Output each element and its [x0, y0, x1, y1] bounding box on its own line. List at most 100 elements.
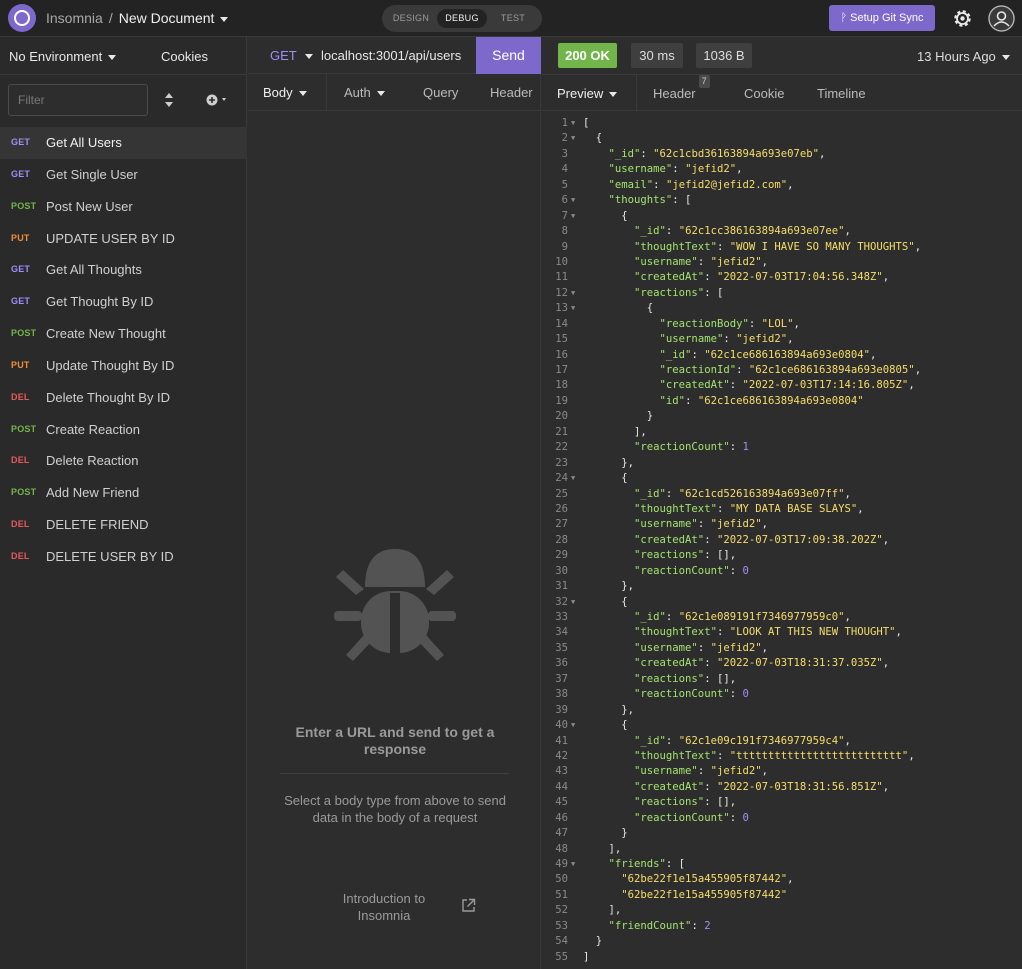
response-time: 30 ms [631, 43, 683, 68]
code-text: "reactionCount": 0 [634, 688, 749, 701]
line-number: 4 [561, 163, 568, 176]
code-text: "_id": "62c1e09c191f7346977959c4", [634, 734, 851, 747]
sidebar-request-item[interactable]: GET Get All Users [0, 127, 247, 159]
tab-design[interactable]: DESIGN [386, 9, 436, 28]
request-name: Update Thought By ID [46, 357, 175, 373]
line-number: 28 [555, 533, 568, 546]
environment-selector[interactable]: No Environment [9, 49, 117, 64]
git-sync-label: Setup Git Sync [850, 12, 924, 24]
code-text: } [583, 827, 628, 840]
sidebar-request-item[interactable]: DEL DELETE FRIEND [0, 509, 247, 541]
fold-arrow-icon[interactable]: ▼ [571, 131, 579, 146]
request-name: Get All Thoughts [46, 262, 142, 278]
request-name: Get Thought By ID [46, 294, 154, 310]
tab-response-header[interactable]: Header7 [653, 75, 710, 112]
fold-arrow-icon[interactable]: ▼ [571, 193, 579, 208]
sidebar-request-item[interactable]: POST Post New User [0, 191, 247, 223]
code-text: "id": "62c1ce686163894a693e0804" [659, 394, 864, 407]
tab-cookie[interactable]: Cookie [744, 75, 784, 112]
code-text: ] [583, 950, 590, 963]
sidebar-request-item[interactable]: GET Get All Thoughts [0, 254, 247, 286]
sidebar-request-item[interactable]: DEL Delete Reaction [0, 445, 247, 477]
add-request-icon[interactable] [205, 92, 231, 108]
response-preview[interactable]: 1 ▼[2 ▼ {3 "_id": "62c1cbd36163894a693e07e… [542, 116, 1022, 966]
external-link-icon[interactable] [461, 898, 476, 913]
tab-timeline[interactable]: Timeline [817, 75, 866, 112]
tab-test[interactable]: TEST [488, 9, 538, 28]
request-name: Delete Thought By ID [46, 389, 171, 405]
tab-preview[interactable]: Preview [542, 75, 637, 112]
tab-auth[interactable]: Auth [344, 74, 385, 111]
fold-arrow-icon[interactable]: ▼ [571, 209, 579, 224]
chevron-down-icon [298, 91, 307, 97]
code-text: }, [583, 703, 635, 716]
account-icon[interactable] [988, 5, 1015, 32]
sidebar-request-item[interactable]: POST Add New Friend [0, 477, 247, 509]
line-number: 6 [561, 194, 568, 207]
line-number: 15 [555, 333, 568, 346]
code-line: 32 ▼ { [542, 595, 1022, 610]
sidebar-request-item[interactable]: DEL DELETE USER BY ID [0, 541, 247, 573]
breadcrumb[interactable]: Insomnia / New Document [46, 10, 229, 26]
fold-arrow-icon[interactable]: ▼ [571, 857, 579, 872]
request-name: DELETE USER BY ID [46, 548, 174, 564]
sidebar-request-item[interactable]: POST Create Reaction [0, 414, 247, 446]
code-line: 3 "_id": "62c1cbd36163894a693e07eb", [542, 147, 1022, 162]
fold-arrow-icon[interactable]: ▼ [571, 718, 579, 733]
url-bar: GET localhost:3001/api/users Send [248, 37, 541, 74]
fold-arrow-icon[interactable]: ▼ [571, 595, 579, 610]
code-text: "reactions": [ [634, 286, 724, 299]
fold-arrow-icon[interactable]: ▼ [571, 301, 579, 316]
line-number: 1 [561, 117, 568, 129]
sort-icon[interactable] [163, 92, 175, 108]
line-number: 27 [555, 518, 568, 531]
sidebar-request-item[interactable]: PUT UPDATE USER BY ID [0, 223, 247, 255]
url-input[interactable]: localhost:3001/api/users [321, 48, 461, 63]
line-number: 30 [555, 564, 568, 577]
fold-arrow-icon[interactable]: ▼ [571, 286, 579, 301]
environment-label: No Environment [9, 49, 103, 64]
sidebar-request-item[interactable]: GET Get Single User [0, 159, 247, 191]
line-number: 3 [561, 147, 568, 160]
tab-query[interactable]: Query [423, 74, 458, 111]
sidebar-request-item[interactable]: PUT Update Thought By ID [0, 350, 247, 382]
code-text: } [583, 410, 654, 423]
sidebar-request-item[interactable]: POST Create New Thought [0, 318, 247, 350]
sidebar-request-item[interactable]: DEL Delete Thought By ID [0, 382, 247, 414]
tab-debug[interactable]: DEBUG [437, 9, 487, 28]
chevron-down-icon [376, 91, 385, 97]
code-line: 2 ▼ { [542, 131, 1022, 146]
code-line: 20 } [542, 409, 1022, 424]
code-text: }, [583, 580, 635, 593]
code-line: 50 "62be22f1e15a455905f87442", [542, 872, 1022, 887]
cookies-button[interactable]: Cookies [161, 49, 208, 64]
code-line: 54 } [542, 934, 1022, 949]
fold-arrow-icon[interactable]: ▼ [571, 116, 579, 131]
method-selector[interactable]: GET [270, 48, 313, 63]
gear-icon[interactable] [949, 5, 976, 32]
code-line: 10 "username": "jefid2", [542, 255, 1022, 270]
request-name: Create Reaction [46, 421, 140, 437]
git-sync-button[interactable]: ᚹ Setup Git Sync [829, 5, 935, 31]
code-line: 33 "_id": "62c1e089191f7346977959c0", [542, 610, 1022, 625]
app-name[interactable]: Insomnia [46, 10, 103, 26]
request-method-badge: GET [11, 296, 31, 307]
intro-link[interactable]: Introduction to Insomnia [332, 890, 436, 924]
response-history-selector[interactable]: 13 Hours Ago [917, 49, 1010, 64]
tab-header[interactable]: Header [490, 74, 533, 111]
code-text: "username": "jefid2", [634, 518, 768, 531]
code-line: 42 "thoughtText": "ttttttttttttttttttttt… [542, 749, 1022, 764]
fold-arrow-icon[interactable]: ▼ [571, 471, 579, 486]
line-number: 47 [555, 827, 568, 840]
document-name[interactable]: New Document [119, 10, 215, 26]
sidebar-request-item[interactable]: GET Get Thought By ID [0, 286, 247, 318]
line-number: 39 [555, 703, 568, 716]
code-text: ], [583, 425, 647, 438]
line-number: 45 [555, 796, 568, 809]
code-text: "friends": [ [608, 858, 686, 870]
chevron-down-icon[interactable] [220, 16, 229, 22]
filter-input[interactable] [8, 84, 148, 116]
insomnia-logo-icon[interactable] [8, 4, 36, 32]
send-button[interactable]: Send [476, 37, 541, 74]
tab-body[interactable]: Body [248, 74, 327, 111]
